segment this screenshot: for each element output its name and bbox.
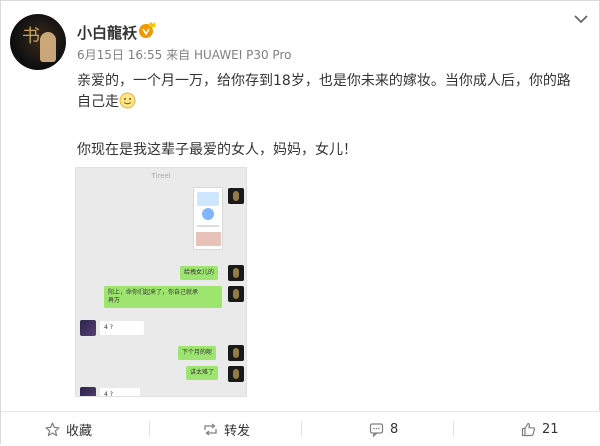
star-icon [45, 421, 60, 436]
chat-bubble: 讲太难了 [186, 366, 219, 380]
comment-count: 8 [390, 421, 399, 437]
chat-image-message [193, 187, 223, 250]
chat-screenshot-image[interactable]: Tireel 给拽女儿的 阳上，命你们起来了，你自己就承 再万 4 ? 下个月的… [75, 167, 247, 397]
like-button[interactable]: 21 [521, 412, 559, 446]
repost-button[interactable]: 转发 [203, 412, 250, 446]
username[interactable]: 小白龍袄 [77, 22, 137, 43]
like-count: 21 [542, 421, 559, 437]
chat-bubble: 下个月的呢 [178, 346, 217, 360]
divider [301, 421, 302, 437]
repost-label: 转发 [224, 423, 251, 439]
divider [149, 421, 150, 437]
chat-bubble: 给拽女儿的 [180, 266, 219, 280]
post-action-bar: 收藏 转发 8 21 [1, 411, 600, 445]
post-text: 亲爱的，一个月一万，给你存到18岁，也是你未来的嫁妆。当你成人后，你的路 自己走 [77, 71, 593, 113]
chat-bubble: 4 ? [100, 321, 144, 335]
thumbs-up-icon [521, 422, 536, 436]
post-text-line1-end: 自己走 [77, 92, 593, 113]
divider [453, 421, 454, 437]
chat-avatar [228, 265, 244, 281]
avatar-figure [40, 32, 56, 62]
post-text-line1-end-text: 自己走 [77, 94, 119, 110]
chat-avatar [228, 366, 244, 382]
post-text-line1: 亲爱的，一个月一万，给你存到18岁，也是你未来的嫁妆。当你成人后，你的路 [77, 73, 571, 89]
avatar-calligraphy: 书 [22, 26, 40, 47]
post-meta: 6月15日 16:55 来自 HUAWEI P30 Pro [77, 46, 291, 63]
weibo-post-card: 书 小白龍袄 6月15日 16:55 来自 HUAWEI P30 Pro 亲爱的… [0, 0, 600, 445]
post-date[interactable]: 6月15日 16:55 [77, 48, 162, 62]
post-source: 来自 HUAWEI P30 Pro [166, 48, 292, 62]
chat-avatar [80, 320, 96, 336]
chat-title: Tireel [151, 172, 171, 180]
chat-bubble: 阳上，命你们起来了，你自己就承 再万 [104, 286, 222, 308]
comment-button[interactable]: 8 [369, 412, 398, 446]
chat-avatar [228, 345, 244, 361]
chat-bubble: 4 ? [100, 388, 140, 396]
comment-icon [369, 422, 384, 437]
smile-emoji-icon [119, 92, 136, 109]
favorite-label: 收藏 [66, 423, 93, 439]
vip-badge-icon[interactable] [138, 21, 156, 39]
avatar[interactable]: 书 [10, 14, 66, 70]
chevron-down-icon[interactable] [573, 13, 589, 25]
chat-avatar [80, 387, 96, 396]
post-text-line2: 你现在是我这辈子最爱的女人，妈妈，女儿！ [77, 142, 357, 158]
chat-avatar [228, 286, 244, 302]
repost-icon [204, 422, 217, 436]
chat-avatar [228, 188, 244, 204]
favorite-button[interactable]: 收藏 [45, 412, 92, 446]
